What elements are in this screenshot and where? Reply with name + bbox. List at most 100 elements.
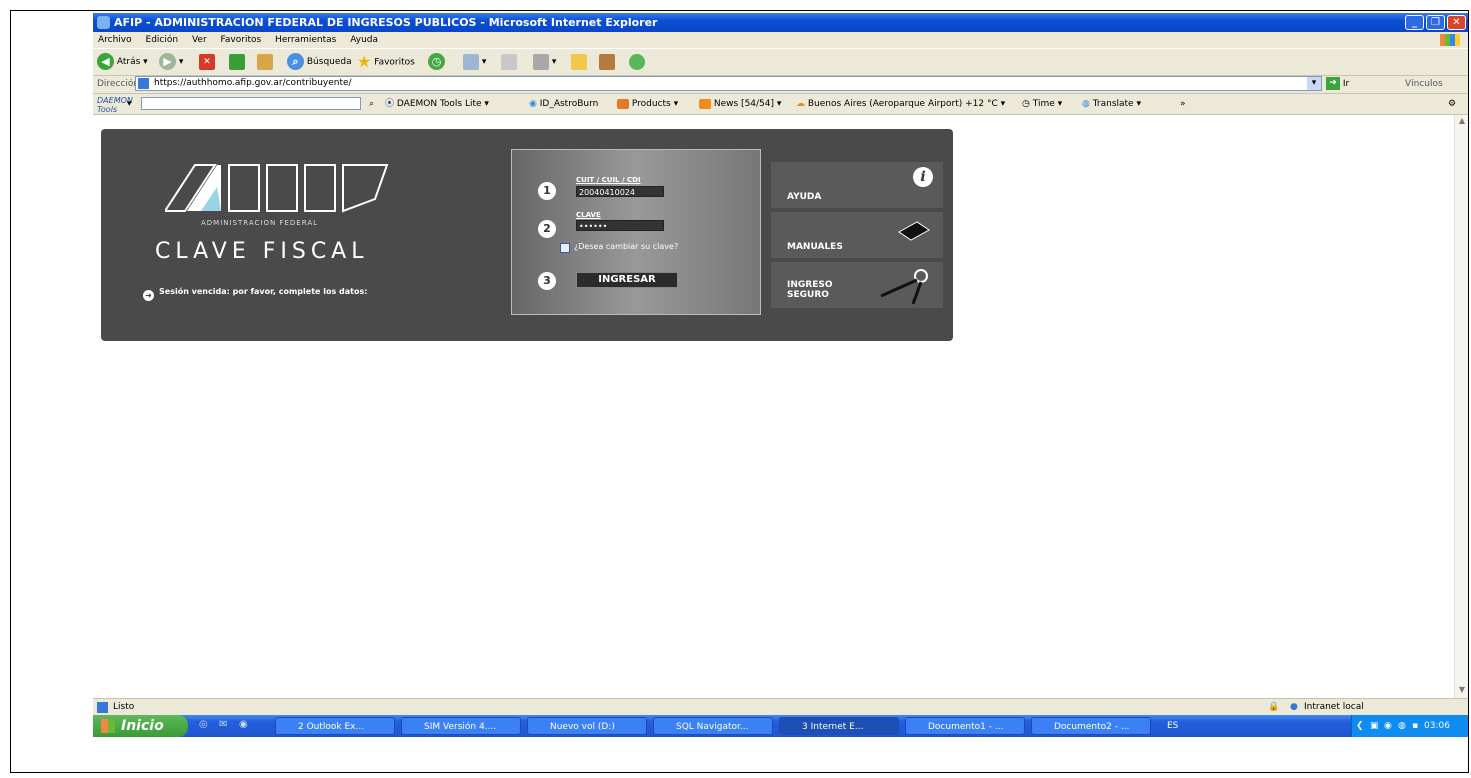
tray-icon-3[interactable]: ◍ xyxy=(1398,715,1406,737)
astroburn-link[interactable]: ◉ ID_AstroBurn xyxy=(529,94,598,114)
intranet-icon: ● xyxy=(1290,702,1298,712)
scroll-down-icon[interactable]: ▼ xyxy=(1456,685,1468,697)
products-link[interactable]: Products ▾ xyxy=(617,94,678,114)
daemon-search-icon[interactable]: ⌕ xyxy=(369,94,374,114)
daemon-search-input[interactable] xyxy=(141,97,361,110)
daemon-logo: DAEMON Tools xyxy=(97,96,133,114)
research-button[interactable] xyxy=(599,53,615,71)
scroll-up-icon[interactable]: ▲ xyxy=(1456,116,1468,128)
ingresar-button[interactable]: INGRESAR xyxy=(576,272,678,288)
translate-icon: ◍ xyxy=(1082,99,1090,109)
back-button[interactable]: ◀ Atrás ▾ xyxy=(97,53,148,71)
tray-icon-2[interactable]: ◉ xyxy=(1384,715,1392,737)
keys-icon xyxy=(880,269,928,305)
page-viewport: ADMINISTRACION FEDERAL CLAVE FISCAL ➜ Se… xyxy=(93,115,1454,698)
page-status-icon xyxy=(97,702,108,713)
address-input[interactable]: https://authhomo.afip.gov.ar/contribuyen… xyxy=(135,76,1322,91)
daemon-settings-icon[interactable]: ⚙ xyxy=(1448,94,1456,114)
tray-network-icon[interactable]: ▪ xyxy=(1412,715,1418,737)
standard-toolbar: ◀ Atrás ▾ ▶ ▾ ✕ ⌕ Búsqueda ★ Favoritos ◷… xyxy=(93,48,1468,76)
vertical-scrollbar[interactable]: ▲ ▼ xyxy=(1454,115,1468,698)
messenger-icon xyxy=(629,53,645,70)
tray-arrow-icon[interactable]: ❮ xyxy=(1356,715,1364,737)
menu-favoritos[interactable]: Favoritos xyxy=(221,35,262,45)
daemon-tools-lite-link[interactable]: ⦿ DAEMON Tools Lite ▾ xyxy=(385,94,489,114)
search-icon: ⌕ xyxy=(287,53,304,70)
language-indicator[interactable]: ES xyxy=(1167,715,1178,737)
home-button[interactable] xyxy=(257,53,273,71)
news-link[interactable]: News [54/54] ▾ xyxy=(699,94,781,114)
links-toolbar: DAEMON Tools ▾ ⌕ ⦿ DAEMON Tools Lite ▾ ◉… xyxy=(93,94,1468,115)
windows-flag-icon xyxy=(101,719,115,733)
menu-edicion[interactable]: Edición xyxy=(146,35,179,45)
change-password-label: ¿Desea cambiar su clave? xyxy=(574,242,679,251)
menu-bar: Archivo Edición Ver Favoritos Herramient… xyxy=(93,32,1468,48)
task-documento1[interactable]: Documento1 - ... xyxy=(905,717,1025,735)
task-internet-explorer[interactable]: 3 Internet E... xyxy=(779,717,899,735)
mail-button[interactable]: ▾ xyxy=(463,53,486,71)
messenger-button[interactable] xyxy=(629,53,645,71)
system-tray: ❮ ▣ ◉ ◍ ▪ 03:06 p.m. xyxy=(1351,715,1468,737)
links-label[interactable]: Vínculos xyxy=(1405,75,1443,93)
go-button[interactable]: ➜ Ir xyxy=(1326,75,1349,93)
stop-button[interactable]: ✕ xyxy=(199,53,215,71)
print-button[interactable] xyxy=(501,53,517,71)
refresh-icon xyxy=(229,53,245,70)
cuit-input[interactable]: 20040410024 xyxy=(576,186,664,197)
session-message: ➜ Sesión vencida: por favor, complete lo… xyxy=(143,287,399,301)
close-button[interactable]: ✕ xyxy=(1447,15,1466,30)
address-dropdown-icon[interactable]: ▾ xyxy=(1307,77,1321,90)
task-documento2[interactable]: Documento2 - ... xyxy=(1031,717,1151,735)
history-button[interactable]: ◷ xyxy=(428,53,445,71)
title-bar[interactable]: AFIP - ADMINISTRACION FEDERAL DE INGRESO… xyxy=(93,13,1468,32)
status-text: Listo xyxy=(113,702,135,712)
page-icon xyxy=(138,78,149,89)
menu-ayuda[interactable]: Ayuda xyxy=(350,35,378,45)
step-3-badge: 3 xyxy=(538,272,556,290)
refresh-button[interactable] xyxy=(229,53,245,71)
manuales-link[interactable]: MANUALES xyxy=(771,212,943,258)
task-sim[interactable]: SIM Versión 4.... xyxy=(401,717,521,735)
print-icon xyxy=(501,53,517,70)
search-button[interactable]: ⌕ Búsqueda xyxy=(287,53,352,71)
star-icon: ★ xyxy=(357,52,372,71)
astroburn-icon: ◉ xyxy=(529,99,537,109)
rss-icon xyxy=(699,98,711,109)
task-sql-navigator[interactable]: SQL Navigator... xyxy=(653,717,773,735)
forward-arrow-icon: ▶ xyxy=(159,53,176,70)
weather-link[interactable]: ☁ Buenos Aires (Aeroparque Airport) +12 … xyxy=(796,94,1005,114)
ingreso-seguro-link[interactable]: INGRESO SEGURO xyxy=(771,262,943,308)
time-link[interactable]: ◷ Time ▾ xyxy=(1022,94,1062,114)
start-button[interactable]: Inicio xyxy=(93,715,188,737)
login-form: 1 CUIT / CUIL / CDI 20040410024 2 CLAVE … xyxy=(511,149,761,315)
folder-icon xyxy=(571,53,587,70)
research-icon xyxy=(599,53,615,70)
minimize-button[interactable]: _ xyxy=(1405,15,1424,30)
favorites-button[interactable]: ★ Favoritos xyxy=(357,53,415,71)
menu-archivo[interactable]: Archivo xyxy=(98,35,132,45)
tray-icon-1[interactable]: ▣ xyxy=(1370,715,1379,737)
windows-logo-icon xyxy=(1440,34,1460,46)
folder-button[interactable] xyxy=(571,53,587,71)
edit-button[interactable]: ▾ xyxy=(533,53,556,71)
menu-herramientas[interactable]: Herramientas xyxy=(275,35,336,45)
maximize-button[interactable]: ❐ xyxy=(1426,15,1445,30)
change-password-checkbox[interactable] xyxy=(560,243,570,253)
clave-input[interactable]: •••••• xyxy=(576,220,664,231)
task-outlook[interactable]: 2 Outlook Ex... xyxy=(275,717,395,735)
clock-icon: ◷ xyxy=(1022,99,1030,109)
ayuda-link[interactable]: AYUDA i xyxy=(771,162,943,208)
quicklaunch-outlook-icon[interactable]: ✉ xyxy=(219,719,227,730)
task-nuevo-vol[interactable]: Nuevo vol (D:) xyxy=(527,717,647,735)
menu-ver[interactable]: Ver xyxy=(192,35,207,45)
quicklaunch-media-icon[interactable]: ◉ xyxy=(239,719,248,730)
quicklaunch-ie-icon[interactable]: ◎ xyxy=(199,719,208,730)
cuit-label: CUIT / CUIL / CDI xyxy=(576,176,641,184)
more-links-button[interactable]: » xyxy=(1180,94,1186,114)
status-bar: Listo 🔒 ● Intranet local xyxy=(93,698,1468,716)
step-2-badge: 2 xyxy=(538,220,556,238)
translate-link[interactable]: ◍ Translate ▾ xyxy=(1082,94,1141,114)
forward-button[interactable]: ▶ ▾ xyxy=(159,53,183,71)
daemon-dropdown[interactable]: ▾ xyxy=(127,94,132,114)
clave-label: CLAVE xyxy=(576,211,601,219)
